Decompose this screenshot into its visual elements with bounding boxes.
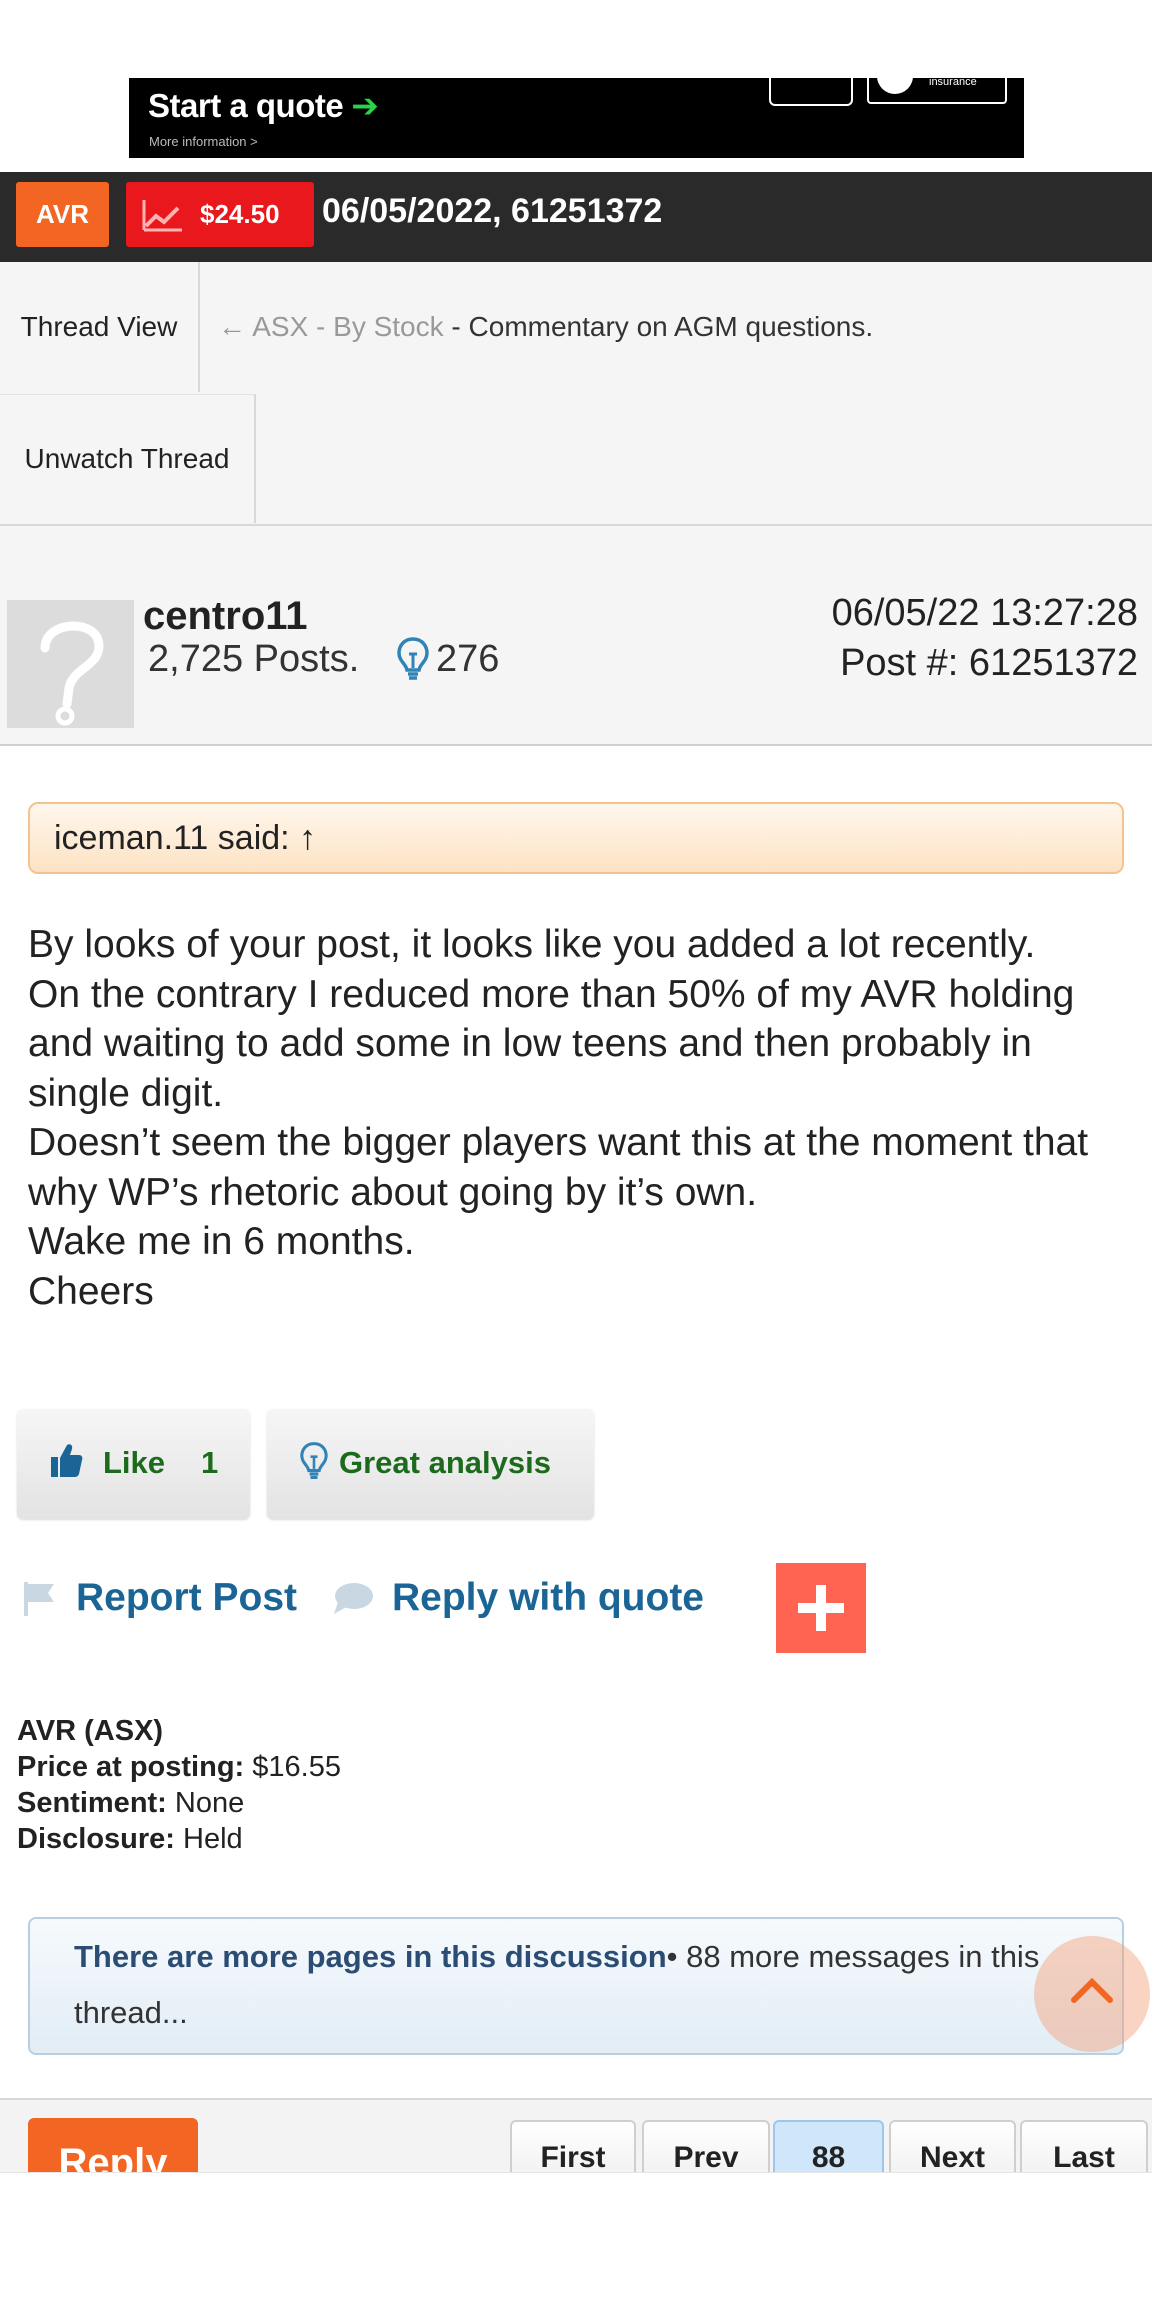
disclosure-value: Held	[174, 1823, 243, 1855]
ad-banner[interactable]: Start a quote ➔ More information > insura…	[129, 78, 1024, 158]
page-current-button[interactable]: 88	[773, 2120, 884, 2174]
post-count: 2,725 Posts.	[148, 638, 360, 680]
plus-icon[interactable]	[776, 1563, 866, 1653]
lightbulb-icon	[300, 1442, 328, 1480]
breadcrumb-arrow: ←	[218, 311, 246, 342]
arrow-right-icon: ➔	[351, 87, 379, 124]
ticker-bar: AVR $24.50 06/05/2022, 61251372	[0, 172, 1152, 262]
breadcrumb: ← ASX - By Stock - Commentary on AGM que…	[218, 262, 873, 392]
unwatch-thread-button[interactable]: Unwatch Thread	[0, 394, 256, 523]
question-mark-icon	[40, 621, 104, 726]
avatar[interactable]	[7, 600, 134, 728]
price-label: Price at posting:	[17, 1751, 245, 1783]
flag-icon	[24, 1582, 54, 1616]
more-pages-notice[interactable]: There are more pages in this discussion•…	[28, 1917, 1124, 2055]
quote-box[interactable]: iceman.11 said: ↑	[28, 802, 1124, 874]
disclosure-label: Disclosure:	[17, 1823, 175, 1855]
ad-insurance-logo: insurance	[867, 78, 1007, 104]
great-analysis-label: Great analysis	[339, 1445, 551, 1480]
post-header: centro11 2,725 Posts. 276 06/05/22 13:27…	[0, 526, 1152, 746]
price-value: $16.55	[244, 1751, 341, 1783]
scroll-to-top-button[interactable]	[1034, 1936, 1150, 2052]
like-button[interactable]: Like 1	[17, 1409, 250, 1519]
ticker-info: 06/05/2022, 61251372	[322, 192, 663, 230]
stock-ticker[interactable]: AVR (ASX)	[17, 1715, 163, 1747]
reply-with-quote-label: Reply with quote	[392, 1576, 704, 1619]
post-body-line: Doesn’t seem the bigger players want thi…	[28, 1121, 1089, 1214]
more-pages-headline[interactable]: There are more pages in this discussion	[74, 1939, 667, 1974]
ad-logo	[769, 78, 853, 106]
ticker-price[interactable]: $24.50	[126, 182, 314, 247]
chart-line-icon	[142, 200, 182, 232]
report-post-label: Report Post	[76, 1576, 298, 1619]
ad-more-info[interactable]: More information >	[149, 134, 258, 149]
page-prev-button[interactable]: Prev	[642, 2120, 770, 2174]
chevron-up-icon	[1071, 1977, 1113, 2003]
thread-title: - Commentary on AGM questions.	[443, 311, 874, 342]
ticker-symbol[interactable]: AVR	[16, 182, 109, 247]
footer-area	[0, 2172, 1152, 2305]
thumbs-up-icon	[51, 1444, 83, 1477]
post-body-line: On the contrary I reduced more than 50% …	[28, 972, 1075, 1115]
post-body: By looks of your post, it looks like you…	[28, 920, 1138, 1316]
like-label: Like	[103, 1445, 166, 1480]
great-analysis-button[interactable]: Great analysis	[267, 1409, 594, 1519]
logo-circle-icon	[877, 78, 913, 94]
user-likes-count: 276	[436, 638, 500, 680]
post-body-line: Cheers	[28, 1269, 154, 1313]
ticker-price-value: $24.50	[200, 199, 280, 229]
sentiment-label: Sentiment:	[17, 1787, 167, 1819]
username[interactable]: centro11	[143, 594, 308, 639]
post-body-line: By looks of your post, it looks like you…	[28, 923, 1036, 966]
stock-info: AVR (ASX) Price at posting: $16.55 Senti…	[17, 1713, 341, 1857]
sentiment-value: None	[166, 1787, 245, 1819]
post-number[interactable]: Post #: 61251372	[840, 642, 1138, 685]
post-body-line: Wake me in 6 months.	[28, 1220, 415, 1263]
ad-logo-text: insurance	[929, 78, 977, 88]
thread-view-button[interactable]: Thread View	[0, 262, 200, 392]
reply-button[interactable]: Reply	[28, 2118, 198, 2174]
lightbulb-icon	[397, 637, 429, 680]
ad-cta[interactable]: Start a quote ➔	[148, 86, 379, 125]
post-datetime: 06/05/22 13:27:28	[831, 592, 1138, 634]
thread-nav: Thread View ← ASX - By Stock - Commentar…	[0, 262, 1152, 526]
bottom-bar: Reply First Prev 88 Next Last	[0, 2098, 1152, 2174]
speech-bubble-icon	[334, 1583, 373, 1614]
breadcrumb-link-asx[interactable]: ASX - By Stock	[252, 311, 443, 342]
page-last-button[interactable]: Last	[1020, 2120, 1148, 2174]
page-next-button[interactable]: Next	[889, 2120, 1016, 2174]
like-count: 1	[201, 1445, 219, 1480]
page-first-button[interactable]: First	[510, 2120, 636, 2174]
